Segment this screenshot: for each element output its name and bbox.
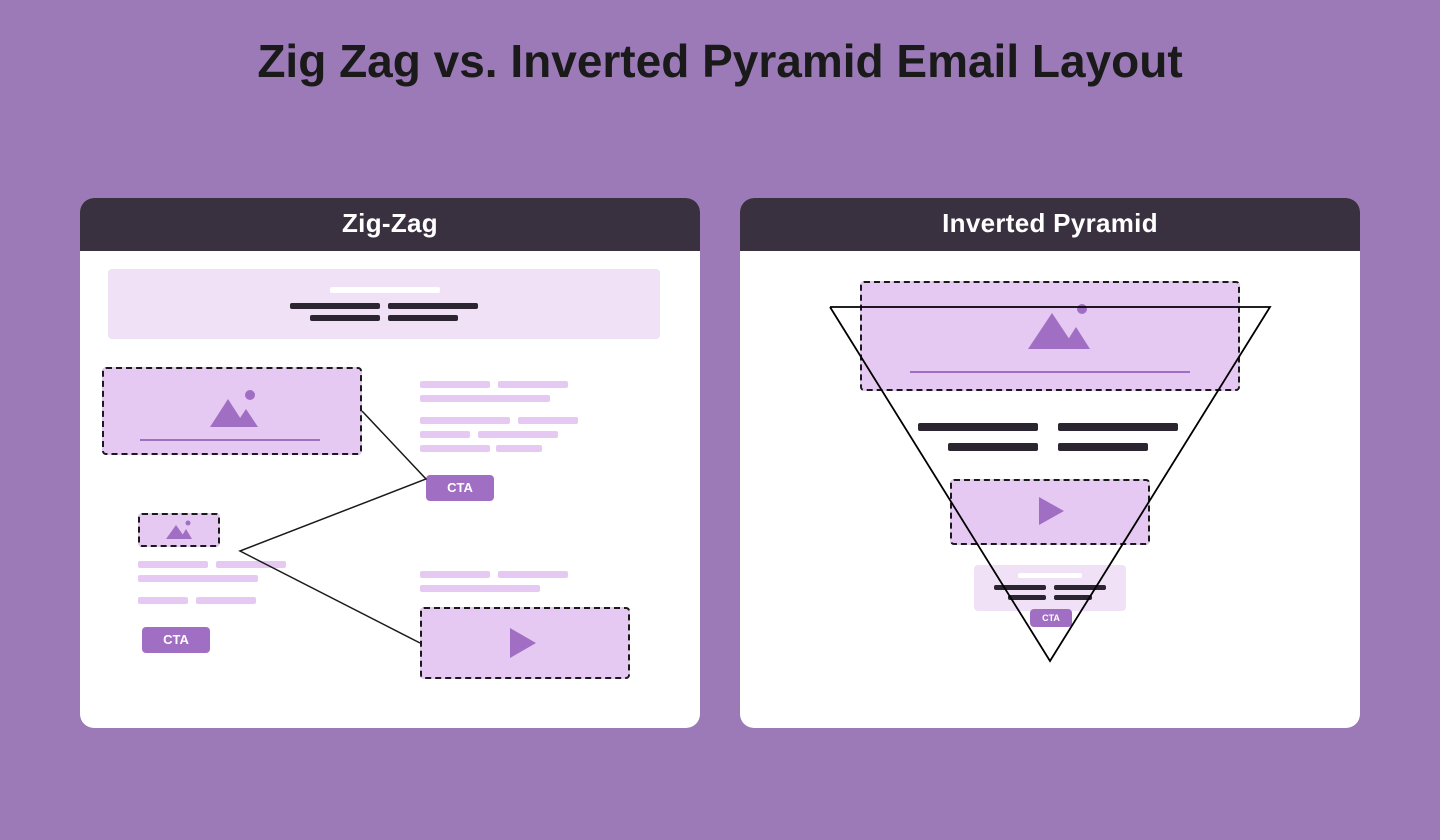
hero-whiteline bbox=[330, 287, 440, 293]
pyramid-txt-s4 bbox=[1054, 595, 1092, 600]
hero-line1 bbox=[290, 303, 380, 309]
pyramid-txt-s2 bbox=[1054, 585, 1106, 590]
txt-r1-l4 bbox=[420, 417, 510, 424]
hero-line4 bbox=[388, 315, 458, 321]
txt-l2-l4 bbox=[138, 597, 188, 604]
panel-header-zigzag: Zig-Zag bbox=[80, 198, 700, 251]
zigzag-body: CTA CTA bbox=[80, 251, 700, 728]
cta-button-2: CTA bbox=[142, 627, 210, 653]
ptxt-l1 bbox=[918, 423, 1038, 431]
mountain-icon-pyramid bbox=[1010, 297, 1100, 357]
txt-r1-l2 bbox=[498, 381, 568, 388]
txt-r2-l1 bbox=[420, 571, 490, 578]
txt-l2-l3 bbox=[138, 575, 258, 582]
txt-r1-l5 bbox=[518, 417, 578, 424]
play-icon bbox=[504, 624, 544, 664]
txt-l2-l1 bbox=[138, 561, 208, 568]
image1-underline bbox=[140, 439, 320, 441]
pyramid-txt-s3 bbox=[1008, 595, 1046, 600]
panel-header-pyramid: Inverted Pyramid bbox=[740, 198, 1360, 251]
pyramid-txt-white bbox=[1018, 573, 1082, 578]
pyramid-image-underline bbox=[910, 371, 1190, 373]
page-title: Zig Zag vs. Inverted Pyramid Email Layou… bbox=[0, 0, 1440, 88]
txt-r2-l3 bbox=[420, 585, 540, 592]
txt-r1-l9 bbox=[496, 445, 542, 452]
hero-line2 bbox=[388, 303, 478, 309]
txt-r1-l1 bbox=[420, 381, 490, 388]
play-icon-pyramid bbox=[1034, 494, 1070, 530]
panels-row: Zig-Zag bbox=[0, 88, 1440, 728]
txt-l2-l2 bbox=[216, 561, 286, 568]
txt-l2-l5 bbox=[196, 597, 256, 604]
txt-r1-l6 bbox=[420, 431, 470, 438]
cta-button-1: CTA bbox=[426, 475, 494, 501]
mountain-icon bbox=[190, 385, 270, 435]
txt-r1-l8 bbox=[420, 445, 490, 452]
ptxt-l4 bbox=[1058, 443, 1148, 451]
hero-block bbox=[108, 269, 660, 339]
pyramid-cta: CTA bbox=[1030, 609, 1072, 627]
pyramid-txt-s1 bbox=[994, 585, 1046, 590]
pyramid-body: CTA bbox=[740, 251, 1360, 728]
panel-zigzag: Zig-Zag bbox=[80, 198, 700, 728]
hero-line3 bbox=[310, 315, 380, 321]
txt-r2-l2 bbox=[498, 571, 568, 578]
txt-r1-l7 bbox=[478, 431, 558, 438]
txt-r1-l3 bbox=[420, 395, 550, 402]
panel-pyramid: Inverted Pyramid bbox=[740, 198, 1360, 728]
ptxt-l3 bbox=[948, 443, 1038, 451]
ptxt-l2 bbox=[1058, 423, 1178, 431]
mountain-icon-small bbox=[158, 517, 200, 543]
